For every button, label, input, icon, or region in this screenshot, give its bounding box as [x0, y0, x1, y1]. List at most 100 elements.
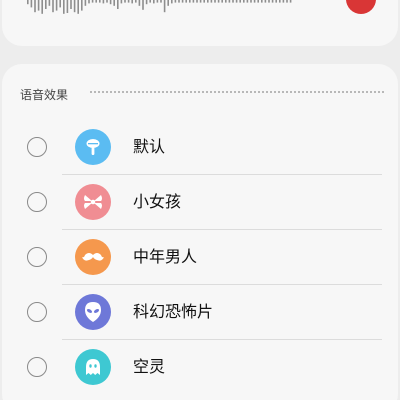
- waveform-bar: [95, 0, 97, 3]
- waveform-bar: [48, 0, 51, 6]
- waveform-bar: [203, 0, 205, 3]
- waveform-bar: [99, 0, 101, 3]
- waveform-bar: [156, 0, 159, 3]
- section-title: 语音效果: [20, 88, 69, 102]
- effect-option-default[interactable]: 默认: [2, 120, 398, 175]
- effect-label: 空灵: [133, 357, 166, 376]
- effect-option-ethereal[interactable]: 空灵: [2, 340, 398, 395]
- waveform-bar: [196, 0, 198, 3]
- waveform-bar: [59, 0, 61, 8]
- waveform-bar: [286, 0, 288, 3]
- bow-icon: [75, 184, 111, 220]
- waveform-bar: [228, 0, 231, 3]
- waveform-bar: [91, 0, 94, 3]
- waveform-bar: [120, 0, 123, 4]
- waveform-bar: [253, 0, 256, 3]
- effect-label: 科幻恐怖片: [133, 302, 214, 321]
- waveform-bar: [27, 0, 29, 5]
- effect-option-sci-fi-horror[interactable]: 科幻恐怖片: [2, 285, 398, 340]
- waveform-bar: [34, 0, 36, 13]
- waveform-bar: [214, 0, 216, 3]
- waveform-bar: [138, 0, 141, 6]
- waveform-bar: [70, 0, 72, 9]
- recording-panel: [2, 0, 398, 46]
- waveform-bar: [243, 0, 245, 3]
- waveform-bar: [66, 0, 69, 13]
- ghost-icon: [75, 349, 111, 385]
- waveform-bar: [289, 0, 292, 3]
- waveform-bar: [207, 0, 209, 3]
- waveform-bar: [163, 0, 166, 13]
- waveform-bar: [63, 0, 65, 14]
- waveform-bar: [271, 0, 274, 3]
- section-divider: [90, 91, 384, 93]
- waveform-bar: [261, 0, 263, 3]
- waveform-bar: [45, 0, 47, 9]
- mustache-icon: [75, 239, 111, 275]
- waveform-bar: [41, 0, 43, 14]
- waveform-bar: [192, 0, 195, 3]
- waveform-bar: [275, 0, 277, 3]
- waveform-bar: [268, 0, 270, 3]
- waveform-bar: [117, 0, 119, 9]
- waveform-bar: [88, 0, 90, 4]
- waveform-bar: [52, 0, 54, 13]
- effect-label: 中年男人: [133, 247, 198, 266]
- waveform-bar: [106, 0, 108, 3]
- radio-button[interactable]: [27, 302, 47, 322]
- waveform-bar: [257, 0, 259, 3]
- waveform-bar: [189, 0, 191, 3]
- record-button[interactable]: [346, 0, 376, 14]
- waveform-bar: [181, 0, 184, 3]
- waveform-bar: [171, 0, 173, 4]
- effect-option-middle-aged-man[interactable]: 中年男人: [2, 230, 398, 285]
- waveform-bar: [174, 0, 177, 3]
- waveform-bar: [84, 0, 87, 6]
- radio-button[interactable]: [27, 357, 47, 377]
- waveform-bar: [232, 0, 234, 3]
- radio-button[interactable]: [27, 192, 47, 212]
- waveform-bar: [185, 0, 187, 3]
- waveform-bar: [149, 0, 151, 3]
- waveform-bar: [210, 0, 213, 3]
- voice-effects-panel: 语音效果 默认 小女孩 中年男人 科幻恐怖片 空灵: [2, 64, 398, 400]
- waveform-bar: [109, 0, 112, 5]
- waveform-bar: [37, 0, 40, 11]
- waveform-bar: [199, 0, 202, 3]
- waveform-bar: [142, 0, 144, 10]
- radio-button[interactable]: [27, 247, 47, 267]
- effect-label: 小女孩: [133, 192, 182, 211]
- waveform-bar: [77, 0, 79, 14]
- effect-label: 默认: [133, 137, 166, 156]
- waveform-bar: [135, 0, 137, 3]
- waveform-bar: [153, 0, 155, 4]
- waveform-bar: [127, 0, 130, 3]
- waveform-bar: [30, 0, 33, 8]
- waveform-bar: [160, 0, 162, 3]
- waveform-bar: [124, 0, 126, 3]
- effect-option-little-girl[interactable]: 小女孩: [2, 175, 398, 230]
- waveform-bar: [225, 0, 227, 3]
- waveform-bar: [145, 0, 148, 5]
- waveform: [27, 0, 292, 14]
- waveform-bar: [217, 0, 220, 3]
- waveform-bar: [113, 0, 115, 6]
- waveform-bar: [279, 0, 281, 3]
- waveform-bar: [178, 0, 180, 3]
- microphone-icon: [75, 129, 111, 165]
- waveform-bar: [167, 0, 169, 6]
- waveform-bar: [131, 0, 133, 4]
- waveform-bar: [221, 0, 223, 3]
- waveform-bar: [282, 0, 285, 3]
- section-header: 语音效果: [20, 84, 384, 102]
- waveform-bar: [73, 0, 76, 13]
- waveform-bar: [102, 0, 105, 4]
- waveform-bar: [55, 0, 58, 11]
- waveform-bar: [250, 0, 252, 3]
- waveform-bar: [81, 0, 83, 11]
- waveform-bar: [264, 0, 267, 3]
- alien-icon: [75, 294, 111, 330]
- waveform-bar: [239, 0, 241, 3]
- waveform-bar: [246, 0, 249, 3]
- radio-button[interactable]: [27, 137, 47, 157]
